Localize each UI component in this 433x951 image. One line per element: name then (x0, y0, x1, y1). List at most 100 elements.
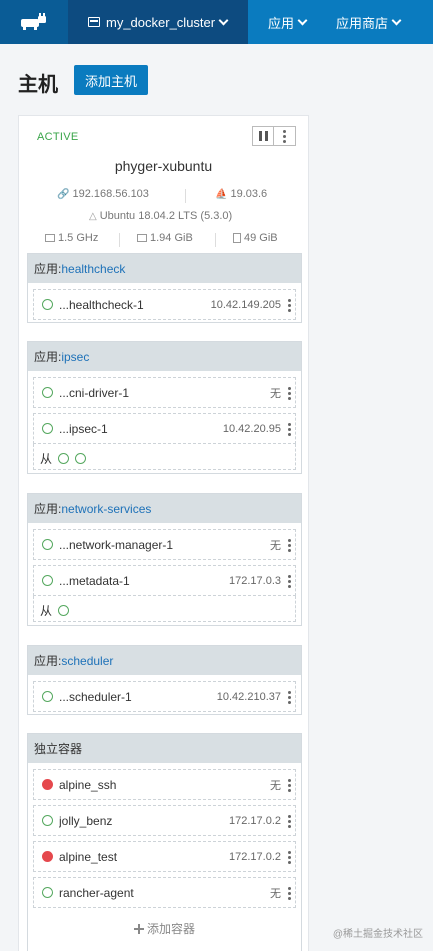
stack-header: 应用: healthcheck (28, 254, 301, 283)
stack-link[interactable]: ipsec (61, 350, 89, 364)
service-row[interactable]: ...cni-driver-1 无 (33, 377, 296, 408)
host-os: △ Ubuntu 18.04.2 LTS (5.3.0) (89, 210, 233, 222)
service-menu-icon[interactable] (288, 298, 291, 313)
container-menu-icon[interactable] (288, 850, 291, 865)
container-name[interactable]: jolly_benz (59, 814, 229, 828)
container-name[interactable]: rancher-agent (59, 886, 270, 900)
cpu-icon (45, 234, 55, 242)
sidekick-row: 从 (40, 450, 87, 467)
container-row[interactable]: alpine_test 172.17.0.2 (33, 841, 296, 872)
host-state-badge: ACTIVE (37, 131, 79, 143)
stack-ipsec: 应用: ipsec ...cni-driver-1 无 ...ipsec-1 1… (27, 341, 302, 474)
nav-apps[interactable]: 应用 (268, 0, 308, 44)
status-circle-icon (42, 539, 53, 550)
service-menu-icon[interactable] (288, 538, 291, 553)
service-row[interactable]: ...healthcheck-1 10.42.149.205 (33, 289, 296, 320)
container-row[interactable]: rancher-agent 无 (33, 877, 296, 908)
service-name[interactable]: ...scheduler-1 (59, 690, 217, 704)
service-ip: 10.42.210.37 (216, 690, 281, 703)
container-menu-icon[interactable] (288, 814, 291, 829)
stopped-status-icon (42, 851, 53, 862)
container-menu-icon[interactable] (288, 886, 291, 901)
host-cpu: 1.5 GHz (45, 232, 98, 244)
stack-header: 应用: scheduler (28, 646, 301, 675)
service-ip: 10.42.20.95 (222, 422, 281, 435)
nav-catalog-label: 应用商店 (336, 15, 389, 31)
status-circle-icon (42, 887, 53, 898)
stack-header: 应用: ipsec (28, 342, 301, 371)
container-row[interactable]: jolly_benz 172.17.0.2 (33, 805, 296, 836)
pause-button[interactable] (252, 126, 274, 146)
service-name[interactable]: ...ipsec-1 (59, 422, 223, 436)
plus-icon (133, 923, 144, 934)
sidekick-status-icon[interactable] (58, 605, 70, 616)
service-ip: 10.42.149.205 (210, 298, 281, 311)
sidekick-status-icon[interactable] (75, 453, 87, 464)
service-ip: 无 (270, 387, 281, 400)
service-row[interactable]: ...ipsec-1 10.42.20.95 (33, 413, 296, 444)
cow-logo-icon (21, 13, 46, 30)
container-row[interactable]: alpine_ssh 无 (33, 769, 296, 800)
host-name: phyger-xubuntu (114, 158, 213, 174)
container-ip: 172.17.0.2 (229, 850, 281, 863)
chevron-down-icon (218, 15, 229, 25)
sidekick-row: 从 (40, 602, 70, 619)
environment-name: my_docker_cluster (106, 14, 216, 30)
service-row[interactable]: ...network-manager-1 无 (33, 529, 296, 560)
service-name[interactable]: ...metadata-1 (59, 574, 229, 588)
status-circle-icon (42, 691, 53, 702)
stack-healthcheck: 应用: healthcheck ...healthcheck-1 10.42.1… (27, 253, 302, 323)
stopped-status-icon (42, 779, 53, 790)
stack-link[interactable]: network-services (61, 502, 151, 516)
status-circle-icon (42, 387, 53, 398)
service-menu-icon[interactable] (288, 422, 291, 437)
top-navbar: my_docker_cluster 应用 应用商店 (0, 0, 433, 44)
status-circle-icon (42, 575, 53, 586)
host-controls (252, 126, 296, 146)
nav-apps-label: 应用 (268, 15, 295, 31)
service-row[interactable]: ...scheduler-1 10.42.210.37 (33, 681, 296, 712)
container-name[interactable]: alpine_ssh (59, 778, 270, 792)
sidekick-status-icon[interactable] (58, 453, 70, 464)
stack-header: 应用: network-services (28, 494, 301, 523)
host-disk: 49 GiB (233, 232, 278, 244)
service-menu-icon[interactable] (288, 386, 291, 401)
container-ip: 无 (270, 887, 281, 900)
service-ip: 172.17.0.3 (229, 574, 281, 587)
container-ip: 无 (270, 779, 281, 792)
container-ip: 172.17.0.2 (229, 814, 281, 827)
service-name[interactable]: ...healthcheck-1 (59, 298, 211, 312)
docker-icon: ⛵ (215, 188, 228, 200)
chevron-down-icon (297, 15, 308, 25)
sidekick-area (33, 596, 296, 622)
link-icon: 🔗 (57, 188, 70, 200)
service-row[interactable]: ...metadata-1 172.17.0.3 (33, 565, 296, 596)
environment-switcher[interactable]: my_docker_cluster (68, 0, 248, 44)
rancher-logo[interactable] (0, 0, 68, 44)
stack-link[interactable]: healthcheck (61, 262, 125, 276)
nav-catalog[interactable]: 应用商店 (336, 0, 402, 44)
standalone-containers: 独立容器 alpine_ssh 无 jolly_benz 172.17.0.2 … (27, 733, 302, 951)
memory-icon (137, 234, 147, 242)
chevron-down-icon (391, 15, 402, 25)
pause-icon (258, 131, 262, 141)
host-menu-button[interactable] (274, 126, 296, 146)
host-ip: 🔗 192.168.56.103 (57, 188, 149, 200)
container-name[interactable]: alpine_test (59, 850, 229, 864)
host-card: ACTIVE phyger-xubuntu 🔗 192.168.56.103 ⛵… (18, 115, 309, 951)
container-menu-icon[interactable] (288, 778, 291, 793)
host-memory: 1.94 GiB (137, 232, 193, 244)
status-circle-icon (42, 299, 53, 310)
stack-network-services: 应用: network-services ...network-manager-… (27, 493, 302, 626)
add-container-button[interactable]: 添加容器 (28, 920, 301, 937)
service-name[interactable]: ...cni-driver-1 (59, 386, 270, 400)
service-menu-icon[interactable] (288, 574, 291, 589)
service-name[interactable]: ...network-manager-1 (59, 538, 270, 552)
service-menu-icon[interactable] (288, 690, 291, 705)
stack-scheduler: 应用: scheduler ...scheduler-1 10.42.210.3… (27, 645, 302, 715)
stack-link[interactable]: scheduler (61, 654, 113, 668)
docker-version: ⛵ 19.03.6 (215, 188, 268, 200)
service-ip: 无 (270, 539, 281, 552)
status-circle-icon (42, 423, 53, 434)
add-host-button[interactable]: 添加主机 (74, 65, 148, 95)
